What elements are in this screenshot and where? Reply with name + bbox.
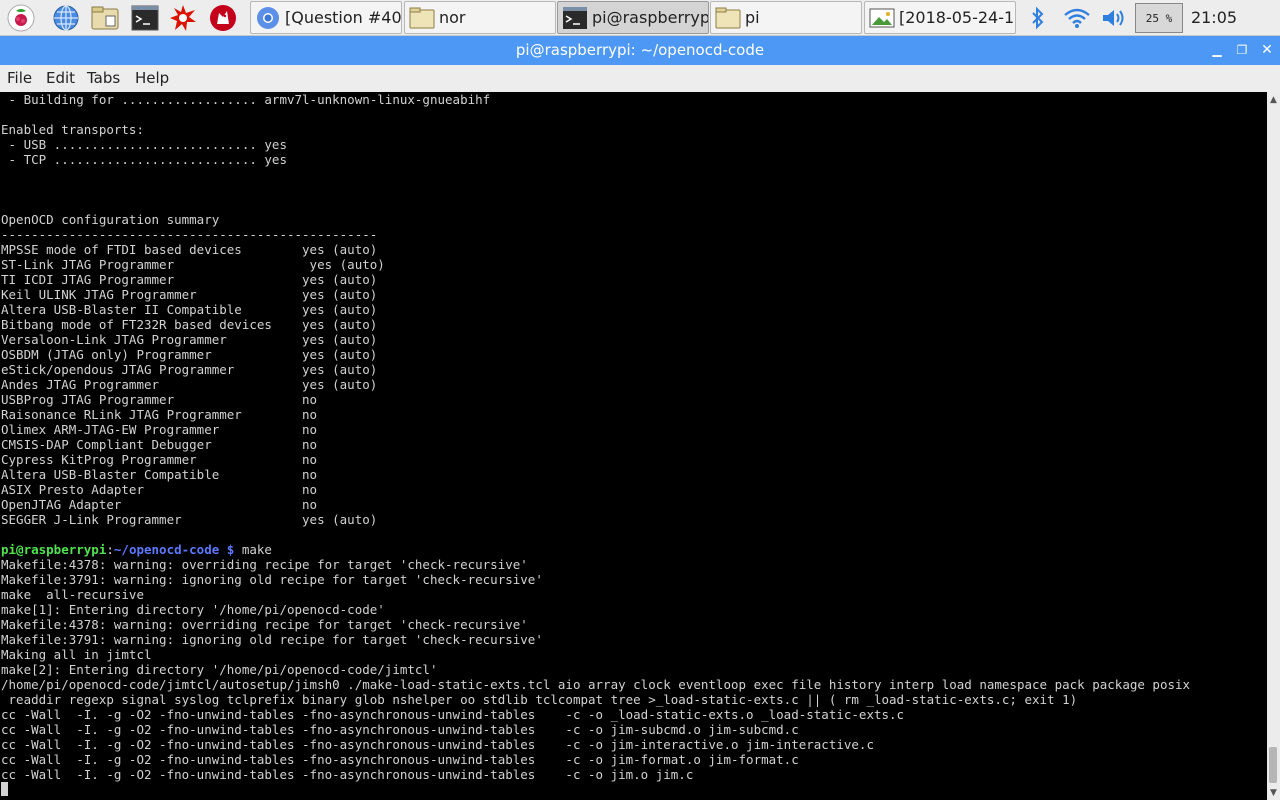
menubar: File Edit Tabs Help xyxy=(0,65,1280,92)
raspberry-menu-icon[interactable] xyxy=(6,3,36,33)
terminal-line: cc -Wall -I. -g -O2 -fno-unwind-tables -… xyxy=(1,707,905,722)
terminal-line: USBProg JTAG Programmer no xyxy=(1,392,318,407)
menu-edit[interactable]: Edit xyxy=(46,69,75,87)
clock[interactable]: 21:05 xyxy=(1188,8,1240,27)
terminal-line: Altera USB-Blaster Compatible no xyxy=(1,467,318,482)
chromium-icon xyxy=(254,4,282,32)
terminal-line: ----------------------------------------… xyxy=(1,227,378,242)
menu-tabs[interactable]: Tabs xyxy=(87,69,120,87)
shell-prompt-line: pi@raspberrypi:~/openocd-code $ make xyxy=(1,542,1267,557)
minimize-icon[interactable]: ▁ xyxy=(1207,41,1227,59)
terminal-line: cc -Wall -I. -g -O2 -fno-unwind-tables -… xyxy=(1,752,799,767)
taskbar-item-nor[interactable]: nor xyxy=(404,1,556,34)
terminal-line: - TCP ........................... yes xyxy=(1,152,287,167)
scrollbar-thumb[interactable] xyxy=(1269,747,1277,783)
taskbar-item-label: nor xyxy=(439,8,466,27)
prompt-user: pi@raspberrypi xyxy=(1,542,107,557)
terminal-line: OSBDM (JTAG only) Programmer yes (auto) xyxy=(1,347,378,362)
terminal-line: Raisonance RLink JTAG Programmer no xyxy=(1,407,318,422)
folder-icon xyxy=(408,4,436,32)
terminal-line: Keil ULINK JTAG Programmer yes (auto) xyxy=(1,287,378,302)
taskbar: [Question #40... nor pi@raspberryp... pi… xyxy=(0,0,1280,36)
terminal-line: Cypress KitProg Programmer no xyxy=(1,452,318,467)
taskbar-item-terminal[interactable]: pi@raspberryp... xyxy=(557,1,709,34)
terminal-line: TI ICDI JTAG Programmer yes (auto) xyxy=(1,272,378,287)
cpu-usage-monitor: 25 % xyxy=(1135,3,1183,33)
prompt-symbol: $ xyxy=(219,542,235,557)
terminal-line: OpenJTAG Adapter no xyxy=(1,497,318,512)
taskbar-item-label: [Question #40... xyxy=(285,8,402,27)
terminal-line: eStick/opendous JTAG Programmer yes (aut… xyxy=(1,362,378,377)
terminal-line: Andes JTAG Programmer yes (auto) xyxy=(1,377,378,392)
terminal-line: CMSIS-DAP Compliant Debugger no xyxy=(1,437,318,452)
scroll-up-arrow-icon[interactable]: ▲ xyxy=(1267,93,1280,106)
terminal-line: Makefile:3791: warning: ignoring old rec… xyxy=(1,572,543,587)
taskbar-item-label: [2018-05-24-1... xyxy=(899,8,1015,27)
terminal-line: Versaloon-Link JTAG Programmer yes (auto… xyxy=(1,332,378,347)
mathematica-icon[interactable] xyxy=(208,3,238,33)
text-cursor xyxy=(1,782,8,796)
terminal-icon[interactable] xyxy=(130,3,160,33)
terminal-line: OpenOCD configuration summary xyxy=(1,212,220,227)
terminal-output[interactable]: - Building for .................. armv7l… xyxy=(0,92,1267,800)
terminal-line: Makefile:4378: warning: overriding recip… xyxy=(1,557,528,572)
terminal-line: - USB ........................... yes xyxy=(1,137,287,152)
terminal-line: Makefile:3791: warning: ignoring old rec… xyxy=(1,632,543,647)
terminal-scrollbar[interactable]: ▲ ▼ xyxy=(1267,92,1280,800)
menu-help[interactable]: Help xyxy=(135,69,169,87)
taskbar-item-image[interactable]: [2018-05-24-1... xyxy=(864,1,1016,34)
window-title-bar[interactable]: pi@raspberrypi: ~/openocd-code ▁ ❐ ✕ xyxy=(0,36,1280,65)
taskbar-item-question[interactable]: [Question #40... xyxy=(250,1,402,34)
terminal-line: make[2]: Entering directory '/home/pi/op… xyxy=(1,662,438,677)
terminal-line: MPSSE mode of FTDI based devices yes (au… xyxy=(1,242,378,257)
taskbar-item-label: pi xyxy=(745,8,760,27)
terminal-line: - Building for .................. armv7l… xyxy=(1,92,491,107)
terminal-line: make all-recursive xyxy=(1,587,144,602)
terminal-line: cc -Wall -I. -g -O2 -fno-unwind-tables -… xyxy=(1,767,694,782)
terminal-line: Enabled transports: xyxy=(1,122,144,137)
terminal-line: ST-Link JTAG Programmer yes (auto) xyxy=(1,257,385,272)
terminal-line: SEGGER J-Link Programmer yes (auto) xyxy=(1,512,378,527)
terminal-line: readdir regexp signal syslog tclprefix b… xyxy=(1,692,1078,707)
file-manager-icon[interactable] xyxy=(90,3,120,33)
terminal-line: ASIX Presto Adapter no xyxy=(1,482,318,497)
terminal-line: make[1]: Entering directory '/home/pi/op… xyxy=(1,602,385,617)
wolfram-icon[interactable] xyxy=(168,3,198,33)
terminal-line: Making all in jimtcl xyxy=(1,647,152,662)
wifi-icon[interactable] xyxy=(1062,3,1092,33)
terminal-line: Altera USB-Blaster II Compatible yes (au… xyxy=(1,302,378,317)
close-icon[interactable]: ✕ xyxy=(1257,41,1277,59)
terminal-line: cc -Wall -I. -g -O2 -fno-unwind-tables -… xyxy=(1,722,799,737)
image-viewer-icon xyxy=(868,4,896,32)
web-browser-icon[interactable] xyxy=(51,3,81,33)
terminal-line: /home/pi/openocd-code/jimtcl/autosetup/j… xyxy=(1,677,1191,692)
terminal-line: Olimex ARM-JTAG-EW Programmer no xyxy=(1,422,318,437)
volume-icon[interactable] xyxy=(1099,3,1129,33)
taskbar-item-label: pi@raspberryp... xyxy=(592,8,709,27)
terminal-line: Makefile:4378: warning: overriding recip… xyxy=(1,617,528,632)
folder-icon xyxy=(714,4,742,32)
prompt-separator: : xyxy=(106,542,114,557)
terminal-line: cc -Wall -I. -g -O2 -fno-unwind-tables -… xyxy=(1,737,874,752)
menu-file[interactable]: File xyxy=(7,69,32,87)
terminal-icon xyxy=(561,4,589,32)
bluetooth-icon[interactable] xyxy=(1026,3,1050,33)
entered-command: make xyxy=(234,542,272,557)
maximize-icon[interactable]: ❐ xyxy=(1232,41,1252,59)
taskbar-item-pi[interactable]: pi xyxy=(710,1,862,34)
prompt-path: ~/openocd-code xyxy=(113,542,220,557)
window-title: pi@raspberrypi: ~/openocd-code xyxy=(515,41,765,59)
scroll-down-arrow-icon[interactable]: ▼ xyxy=(1267,786,1280,799)
terminal-line: Bitbang mode of FT232R based devices yes… xyxy=(1,317,378,332)
